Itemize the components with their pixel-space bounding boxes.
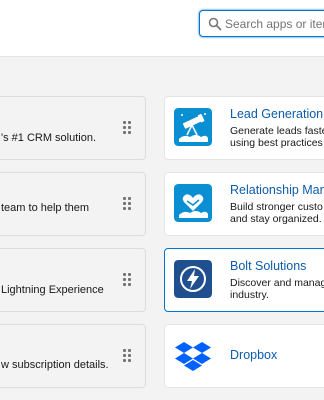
- app-card-bolt-solutions[interactable]: Bolt Solutions Discover and manag indust…: [164, 248, 324, 312]
- dropbox-icon: [174, 336, 212, 374]
- app-description: Generate leads faste using best practice…: [230, 125, 324, 149]
- search-box[interactable]: [199, 10, 324, 37]
- bolt-icon: [174, 260, 212, 298]
- app-title[interactable]: Relationship Man: [230, 183, 324, 197]
- drag-handle-icon[interactable]: [123, 273, 133, 289]
- app-card[interactable]: w subscription details.: [0, 324, 146, 388]
- app-list: 's #1 CRM solution. team to help them Li…: [0, 57, 324, 400]
- app-launcher-header: [0, 0, 324, 56]
- app-card[interactable]: Lightning Experience: [0, 248, 146, 312]
- app-card-dropbox[interactable]: Dropbox: [164, 324, 324, 388]
- app-card-lead-generation[interactable]: Lead Generation Generate leads faste usi…: [164, 96, 324, 160]
- app-card[interactable]: 's #1 CRM solution.: [0, 96, 146, 160]
- app-card-relationship-management[interactable]: Relationship Man Build stronger custo an…: [164, 172, 324, 236]
- telescope-icon: [174, 108, 212, 146]
- search-input[interactable]: [225, 14, 324, 33]
- app-description: Discover and manag industry.: [230, 277, 324, 301]
- app-card[interactable]: team to help them: [0, 172, 146, 236]
- drag-handle-icon[interactable]: [123, 197, 133, 213]
- app-description: Lightning Experience: [1, 284, 104, 296]
- app-title[interactable]: Dropbox: [230, 348, 277, 362]
- app-description: team to help them: [1, 202, 90, 214]
- app-description: 's #1 CRM solution.: [1, 132, 97, 144]
- search-icon: [208, 17, 222, 31]
- app-title[interactable]: Bolt Solutions: [230, 259, 306, 273]
- app-description: w subscription details.: [1, 359, 109, 371]
- app-title[interactable]: Lead Generation: [230, 107, 323, 121]
- heart-handshake-icon: [174, 184, 212, 222]
- drag-handle-icon[interactable]: [123, 121, 133, 137]
- drag-handle-icon[interactable]: [123, 349, 133, 365]
- app-description: Build stronger custo and stay organized.: [230, 201, 323, 225]
